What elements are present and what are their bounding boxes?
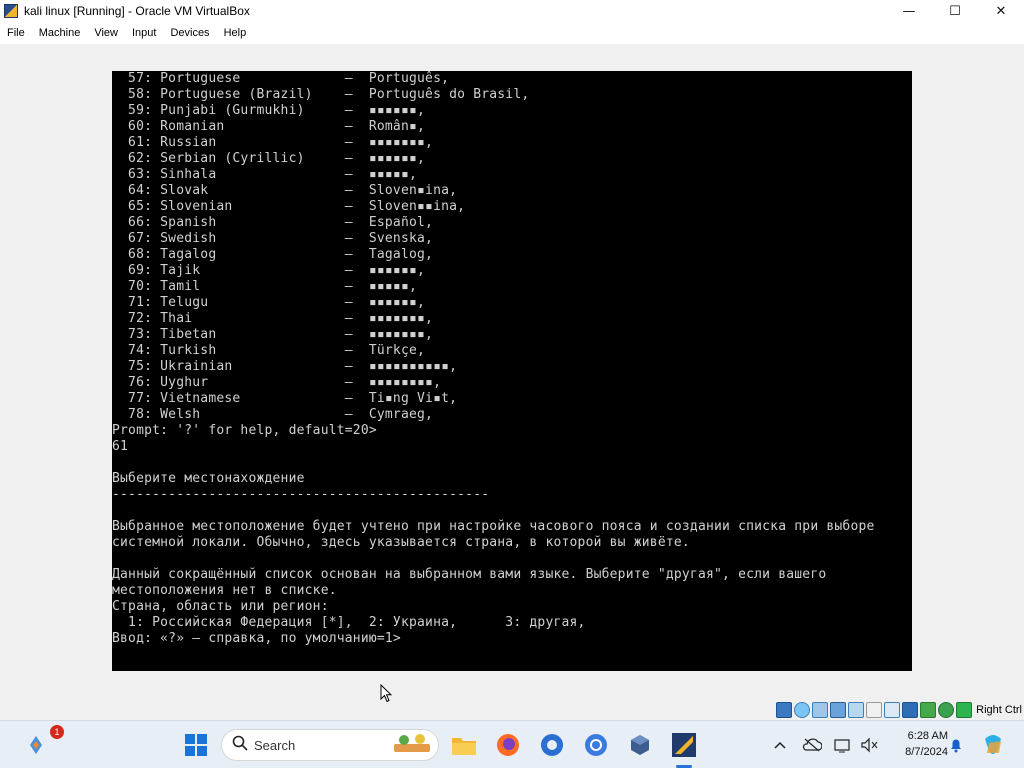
start-button[interactable] bbox=[180, 729, 212, 761]
mouse-pointer-icon bbox=[380, 683, 393, 708]
network-icon[interactable] bbox=[832, 729, 854, 761]
network-icon[interactable] bbox=[830, 702, 847, 718]
console-line: 1: Российская Федерация [*], 2: Украина,… bbox=[112, 615, 586, 630]
vm-display-area: 57: Portuguese – Português, 58: Portugue… bbox=[0, 44, 1024, 720]
console-line: 61 bbox=[112, 439, 129, 454]
widgets-weather-icon[interactable]: 1 bbox=[20, 725, 64, 761]
vm-status-bar: Right Ctrl bbox=[776, 700, 1024, 720]
console-line: 75: Ukrainian – ▪▪▪▪▪▪▪▪▪▪, bbox=[112, 359, 458, 374]
volume-icon[interactable] bbox=[858, 729, 880, 761]
console-line: 71: Telugu – ▪▪▪▪▪▪, bbox=[112, 295, 426, 310]
window-controls: — ☐ ✕ bbox=[886, 0, 1024, 22]
console-line: 74: Turkish – Türkçe, bbox=[112, 343, 426, 358]
maximize-button[interactable]: ☐ bbox=[932, 0, 978, 22]
file-explorer-icon[interactable] bbox=[448, 729, 480, 761]
console-line: 72: Thai – ▪▪▪▪▪▪▪, bbox=[112, 311, 434, 326]
vm-console-screen[interactable]: 57: Portuguese – Português, 58: Portugue… bbox=[112, 71, 912, 671]
console-line: Выбранное местоположение будет учтено пр… bbox=[112, 519, 875, 534]
console-line: 70: Tamil – ▪▪▪▪▪, bbox=[112, 279, 418, 294]
console-line: 68: Tagalog – Tagalog, bbox=[112, 247, 434, 262]
console-line: Выберите местонахождение bbox=[112, 471, 305, 486]
copilot-icon[interactable] bbox=[978, 729, 1008, 761]
guest-additions-icon[interactable] bbox=[920, 702, 937, 718]
menu-input[interactable]: Input bbox=[125, 27, 163, 39]
console-line: системной локали. Обычно, здесь указывае… bbox=[112, 535, 690, 550]
menu-view[interactable]: View bbox=[87, 27, 125, 39]
console-line: 73: Tibetan – ▪▪▪▪▪▪▪, bbox=[112, 327, 434, 342]
title-bar: kali linux [Running] - Oracle VM Virtual… bbox=[0, 0, 1024, 22]
console-line: 78: Welsh – Cymraeg, bbox=[112, 407, 434, 422]
console-line: Страна, область или регион: bbox=[112, 599, 329, 614]
console-line: местоположения нет в списке. bbox=[112, 583, 337, 598]
console-line: 61: Russian – ▪▪▪▪▪▪▪, bbox=[112, 135, 434, 150]
taskbar-search-box[interactable]: Search bbox=[221, 729, 439, 761]
system-clock[interactable]: 6:28 AM 8/7/2024 bbox=[884, 728, 948, 760]
console-line: 63: Sinhala – ▪▪▪▪▪, bbox=[112, 167, 418, 182]
notification-badge: 1 bbox=[50, 725, 64, 739]
console-line: ----------------------------------------… bbox=[112, 487, 490, 502]
menu-bar: File Machine View Input Devices Help bbox=[0, 22, 1024, 44]
onedrive-sync-icon[interactable] bbox=[800, 729, 824, 761]
hard-disk-icon[interactable] bbox=[776, 702, 793, 718]
menu-devices[interactable]: Devices bbox=[163, 27, 216, 39]
console-line: 67: Swedish – Svenska, bbox=[112, 231, 434, 246]
console-line: 64: Slovak – Sloven▪ina, bbox=[112, 183, 458, 198]
console-line: Prompt: '?' for help, default=20> bbox=[112, 423, 377, 438]
cpu-icon[interactable] bbox=[938, 702, 955, 718]
menu-help[interactable]: Help bbox=[217, 27, 254, 39]
menu-file[interactable]: File bbox=[0, 27, 32, 39]
show-hidden-icons-chevron-icon[interactable] bbox=[770, 729, 790, 761]
close-button[interactable]: ✕ bbox=[978, 0, 1024, 22]
kali-linux-vm-icon[interactable] bbox=[668, 729, 700, 761]
console-line: 57: Portuguese – Português, bbox=[112, 71, 450, 86]
windows-logo-icon bbox=[185, 734, 207, 756]
console-line: 65: Slovenian – Sloven▪▪ina, bbox=[112, 199, 466, 214]
console-line: 66: Spanish – Español, bbox=[112, 215, 434, 230]
virtualbox-app-icon bbox=[4, 4, 18, 18]
windows-taskbar: 1 Search 6:28 AM 8/7/2024 bbox=[0, 720, 1024, 768]
search-placeholder: Search bbox=[254, 737, 296, 753]
usb-icon[interactable] bbox=[848, 702, 865, 718]
chrome-icon[interactable] bbox=[580, 729, 612, 761]
video-capture-icon[interactable] bbox=[902, 702, 919, 718]
console-line: 62: Serbian (Cyrillic) – ▪▪▪▪▪▪, bbox=[112, 151, 426, 166]
display-icon[interactable] bbox=[884, 702, 901, 718]
host-key-label[interactable]: Right Ctrl bbox=[976, 704, 1022, 716]
audio-icon[interactable] bbox=[812, 702, 829, 718]
shared-folders-icon[interactable] bbox=[866, 702, 883, 718]
console-line: 58: Portuguese (Brazil) – Português do B… bbox=[112, 87, 530, 102]
search-icon bbox=[232, 735, 248, 756]
minimize-button[interactable]: — bbox=[886, 0, 932, 22]
console-line: Данный сокращённый список основан на выб… bbox=[112, 567, 827, 582]
notification-bell-icon[interactable] bbox=[946, 729, 966, 761]
optical-drive-icon[interactable] bbox=[794, 702, 811, 718]
console-line: 77: Vietnamese – Ti▪ng Vi▪t, bbox=[112, 391, 458, 406]
mouse-integration-icon[interactable] bbox=[956, 702, 973, 718]
clock-date: 8/7/2024 bbox=[905, 746, 948, 758]
search-highlight-icon bbox=[392, 732, 432, 759]
menu-machine[interactable]: Machine bbox=[32, 27, 88, 39]
console-line: 76: Uyghur – ▪▪▪▪▪▪▪▪, bbox=[112, 375, 442, 390]
console-line: 69: Tajik – ▪▪▪▪▪▪, bbox=[112, 263, 426, 278]
console-line: 59: Punjabi (Gurmukhi) – ▪▪▪▪▪▪, bbox=[112, 103, 426, 118]
browser-app-icon[interactable] bbox=[536, 729, 568, 761]
console-output: 57: Portuguese – Português, 58: Portugue… bbox=[112, 71, 875, 647]
clock-time: 6:28 AM bbox=[907, 730, 948, 742]
window-title: kali linux [Running] - Oracle VM Virtual… bbox=[24, 4, 250, 18]
firefox-icon[interactable] bbox=[492, 729, 524, 761]
virtualbox-manager-icon[interactable] bbox=[624, 729, 656, 761]
console-line: Ввод: «?» – справка, по умолчанию=1> bbox=[112, 631, 401, 646]
console-line: 60: Romanian – Român▪, bbox=[112, 119, 426, 134]
